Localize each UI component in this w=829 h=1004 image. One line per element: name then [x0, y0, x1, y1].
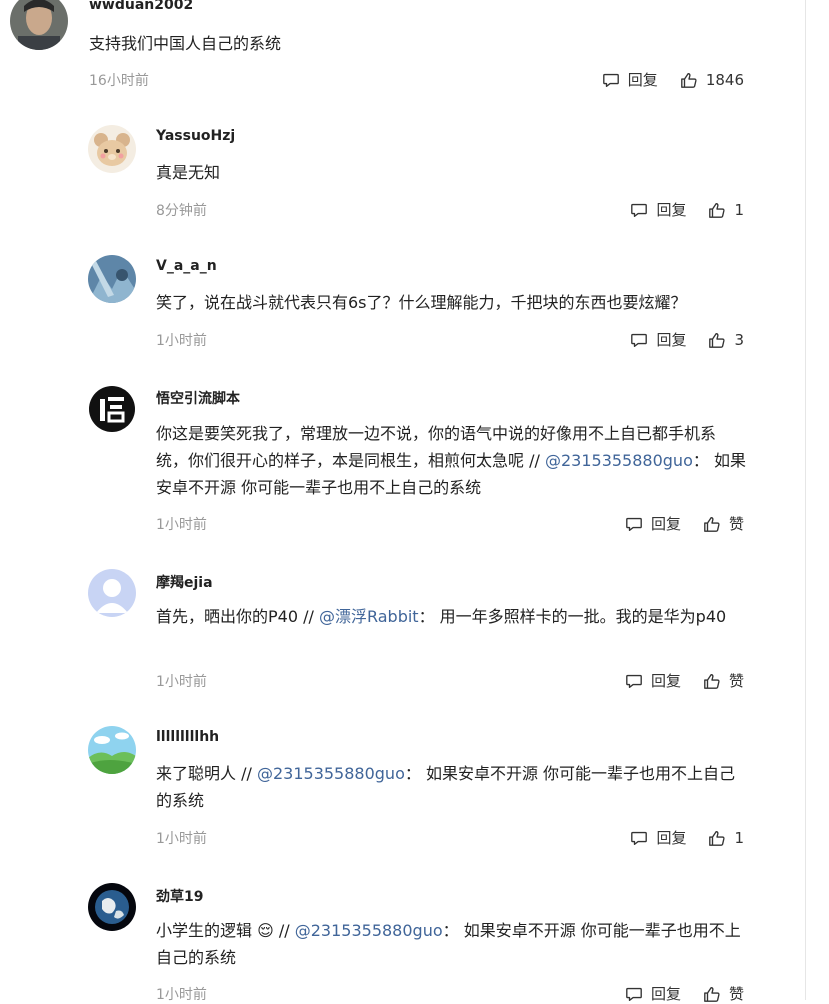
comment-time: 1小时前: [156, 831, 207, 847]
reply-label: 回复: [656, 829, 687, 847]
like-count: 3: [734, 330, 744, 349]
comment-text-body: 首先，晒出你的P40 //: [156, 607, 319, 626]
comment-actions: 回复 赞: [625, 983, 744, 1004]
reply-label: 回复: [650, 672, 681, 690]
avatar[interactable]: [88, 255, 136, 303]
comment-text: 笑了，说在战斗就代表只有6s了？什么理解能力，千把块的东西也要炫耀？: [156, 293, 687, 312]
reply-label: 回复: [650, 985, 681, 1003]
comment-username[interactable]: lllllllllhh: [156, 729, 219, 745]
reply-button[interactable]: 回复: [625, 983, 681, 1004]
quoted-text: ： 用一年多照样卡的一批。我的是华为p40: [418, 607, 727, 626]
thumbs-up-icon: [680, 72, 697, 88]
like-button[interactable]: 赞: [703, 983, 744, 1004]
comment-time: 1小时前: [156, 333, 207, 349]
like-label: 赞: [728, 985, 744, 1003]
comment-username[interactable]: YassuoHzj: [156, 128, 235, 144]
comment-username[interactable]: wwduan2002: [89, 0, 193, 13]
avatar[interactable]: [88, 385, 136, 433]
comment-username[interactable]: 摩羯ejia: [156, 572, 213, 592]
like-button[interactable]: 1846: [680, 71, 744, 89]
avatar[interactable]: [10, 0, 68, 50]
comment-text: 来了聪明人 // @2315355880guo： 如果安卓不开源 你可能一辈子也…: [156, 760, 746, 814]
reply-button[interactable]: 回复: [625, 513, 681, 534]
reply-label: 回复: [627, 71, 658, 89]
comment-actions: 回复 1: [630, 199, 744, 220]
avatar[interactable]: [88, 125, 136, 173]
reply-icon: [626, 517, 642, 531]
reply-icon: [631, 203, 648, 217]
comment-actions: 回复 3: [630, 329, 744, 350]
reply-icon: [626, 674, 642, 688]
mention-link[interactable]: @漂浮Rabbit: [319, 607, 419, 626]
comment-time: 1小时前: [156, 517, 207, 533]
like-button[interactable]: 3: [708, 331, 744, 349]
mention-link[interactable]: @2315355880guo: [545, 451, 693, 470]
thumbs-up-icon: [704, 516, 720, 532]
comment-text-body: 小学生的逻辑 😌 //: [156, 921, 295, 940]
comment-actions: 回复 赞: [625, 670, 744, 691]
scrollbar-track[interactable]: [805, 0, 806, 1000]
comment-time: 16小时前: [89, 73, 149, 89]
comment-actions: 回复 赞: [625, 513, 744, 534]
avatar[interactable]: [88, 883, 136, 931]
reply-button[interactable]: 回复: [625, 670, 681, 691]
mention-link[interactable]: @2315355880guo: [257, 764, 405, 783]
reply-label: 回复: [656, 201, 687, 219]
comment-text: 支持我们中国人自己的系统: [89, 34, 282, 53]
reply-icon: [631, 831, 648, 845]
thumbs-up-icon: [709, 202, 726, 218]
thumbs-up-icon: [704, 673, 720, 689]
comment-actions: 回复 1846: [602, 69, 744, 90]
comment-username[interactable]: 劲草19: [156, 886, 203, 906]
like-count: 1846: [705, 70, 744, 89]
comment-text: 小学生的逻辑 😌 // @2315355880guo： 如果安卓不开源 你可能一…: [156, 917, 746, 971]
reply-icon: [602, 73, 619, 87]
reply-label: 回复: [656, 331, 687, 349]
comment-time: 1小时前: [156, 987, 207, 1003]
reply-button[interactable]: 回复: [630, 199, 686, 220]
reply-icon: [631, 333, 648, 347]
comment-text: 你这是要笑死我了，常理放一边不说，你的语气中说的好像用不上自已都手机系统，你们很…: [156, 420, 746, 501]
thumbs-up-icon: [709, 332, 726, 348]
reply-button[interactable]: 回复: [630, 329, 686, 350]
comment-username[interactable]: 悟空引流脚本: [156, 388, 240, 408]
reply-button[interactable]: 回复: [602, 69, 658, 90]
reply-button[interactable]: 回复: [630, 827, 686, 848]
thumbs-up-icon: [709, 830, 726, 846]
reply-label: 回复: [650, 515, 681, 533]
like-button[interactable]: 赞: [703, 513, 744, 534]
avatar[interactable]: [88, 569, 136, 617]
like-label: 赞: [728, 672, 744, 690]
comment-username[interactable]: V_a_a_n: [156, 258, 217, 274]
like-count: 1: [734, 200, 744, 219]
like-count: 1: [734, 828, 744, 847]
like-button[interactable]: 赞: [703, 670, 744, 691]
comment-time: 1小时前: [156, 674, 207, 690]
comment-text: 首先，晒出你的P40 // @漂浮Rabbit： 用一年多照样卡的一批。我的是华…: [156, 603, 746, 630]
avatar[interactable]: [88, 726, 136, 774]
comment-text: 真是无知: [156, 163, 221, 182]
like-label: 赞: [728, 515, 744, 533]
mention-link[interactable]: @2315355880guo: [295, 921, 443, 940]
like-button[interactable]: 1: [708, 201, 744, 219]
like-button[interactable]: 1: [708, 829, 744, 847]
comment-actions: 回复 1: [630, 827, 744, 848]
comment-time: 8分钟前: [156, 203, 207, 219]
comment-text-body: 来了聪明人 //: [156, 764, 257, 783]
